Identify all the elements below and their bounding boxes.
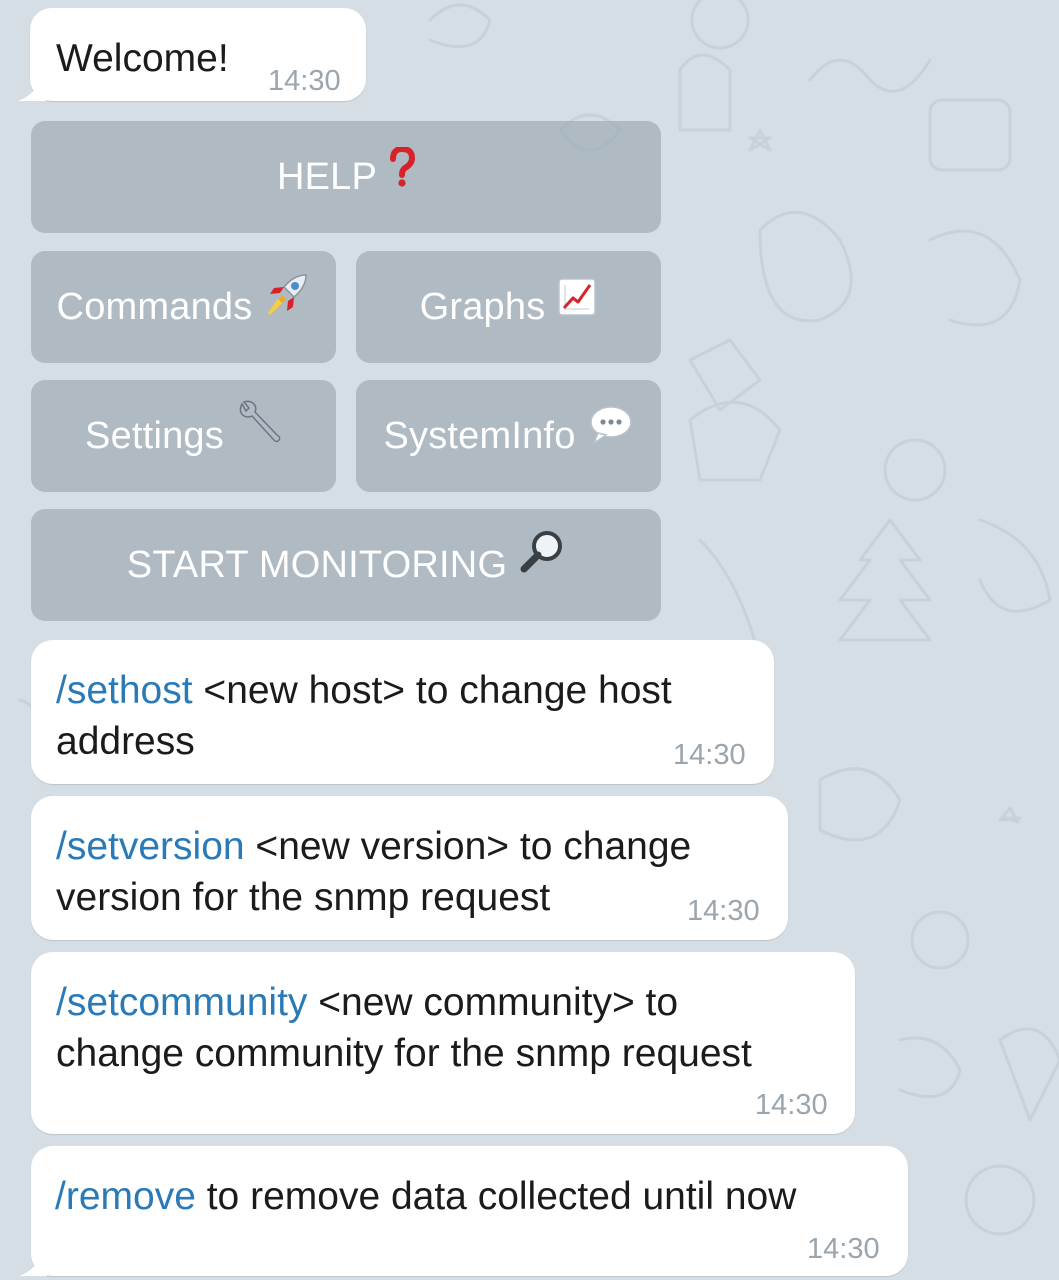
setversion-message: /setversion <new version> to change vers…: [31, 796, 788, 940]
wrench-icon: [236, 378, 282, 490]
message-timestamp: 14:30: [807, 1233, 880, 1265]
setcommunity-message: /setcommunity <new community> to change …: [31, 952, 855, 1134]
settings-button-label: Settings: [85, 415, 224, 457]
rocket-icon: [264, 249, 310, 361]
start-monitoring-button[interactable]: START MONITORING: [31, 509, 661, 621]
bubble-tail: [18, 71, 46, 101]
help-button[interactable]: HELP: [31, 121, 661, 233]
message-timestamp: 14:30: [687, 895, 760, 927]
systeminfo-button-label: SystemInfo: [383, 415, 576, 457]
speech-bubble-icon: [588, 378, 634, 490]
sethost-message: /sethost <new host> to change host addre…: [31, 640, 774, 784]
message-timestamp: 14:30: [755, 1089, 828, 1121]
red-question-mark-icon: [389, 119, 416, 231]
remove-message: /remove to remove data collected until n…: [19, 1146, 908, 1276]
message-text: /remove to remove data collected until n…: [55, 1175, 797, 1218]
help-button-label: HELP: [276, 156, 378, 198]
sethost-command-link[interactable]: /sethost: [56, 669, 193, 712]
commands-button-label: Commands: [56, 286, 253, 328]
setcommunity-command-link[interactable]: /setcommunity: [56, 981, 307, 1024]
message-timestamp: 14:30: [673, 739, 746, 771]
systeminfo-button[interactable]: SystemInfo: [356, 380, 661, 492]
commands-button[interactable]: Commands: [31, 251, 336, 363]
start-monitoring-button-label: START MONITORING: [126, 544, 508, 586]
magnifying-glass-icon: [519, 507, 565, 619]
setversion-command-link[interactable]: /setversion: [56, 825, 245, 868]
chart-increasing-icon: [557, 249, 597, 361]
message-text: /sethost <new host> to change host addre…: [56, 669, 672, 763]
settings-button[interactable]: Settings: [31, 380, 336, 492]
graphs-button-label: Graphs: [419, 286, 546, 328]
welcome-text: Welcome!: [56, 37, 229, 80]
message-text: /setcommunity <new community> to change …: [56, 981, 752, 1075]
message-timestamp: 14:30: [268, 65, 341, 97]
message-text: /setversion <new version> to change vers…: [56, 825, 692, 919]
welcome-message: Welcome! 14:30: [18, 8, 366, 101]
remove-command-link[interactable]: /remove: [55, 1175, 196, 1218]
graphs-button[interactable]: Graphs: [356, 251, 661, 363]
bubble-tail: [19, 1246, 47, 1276]
